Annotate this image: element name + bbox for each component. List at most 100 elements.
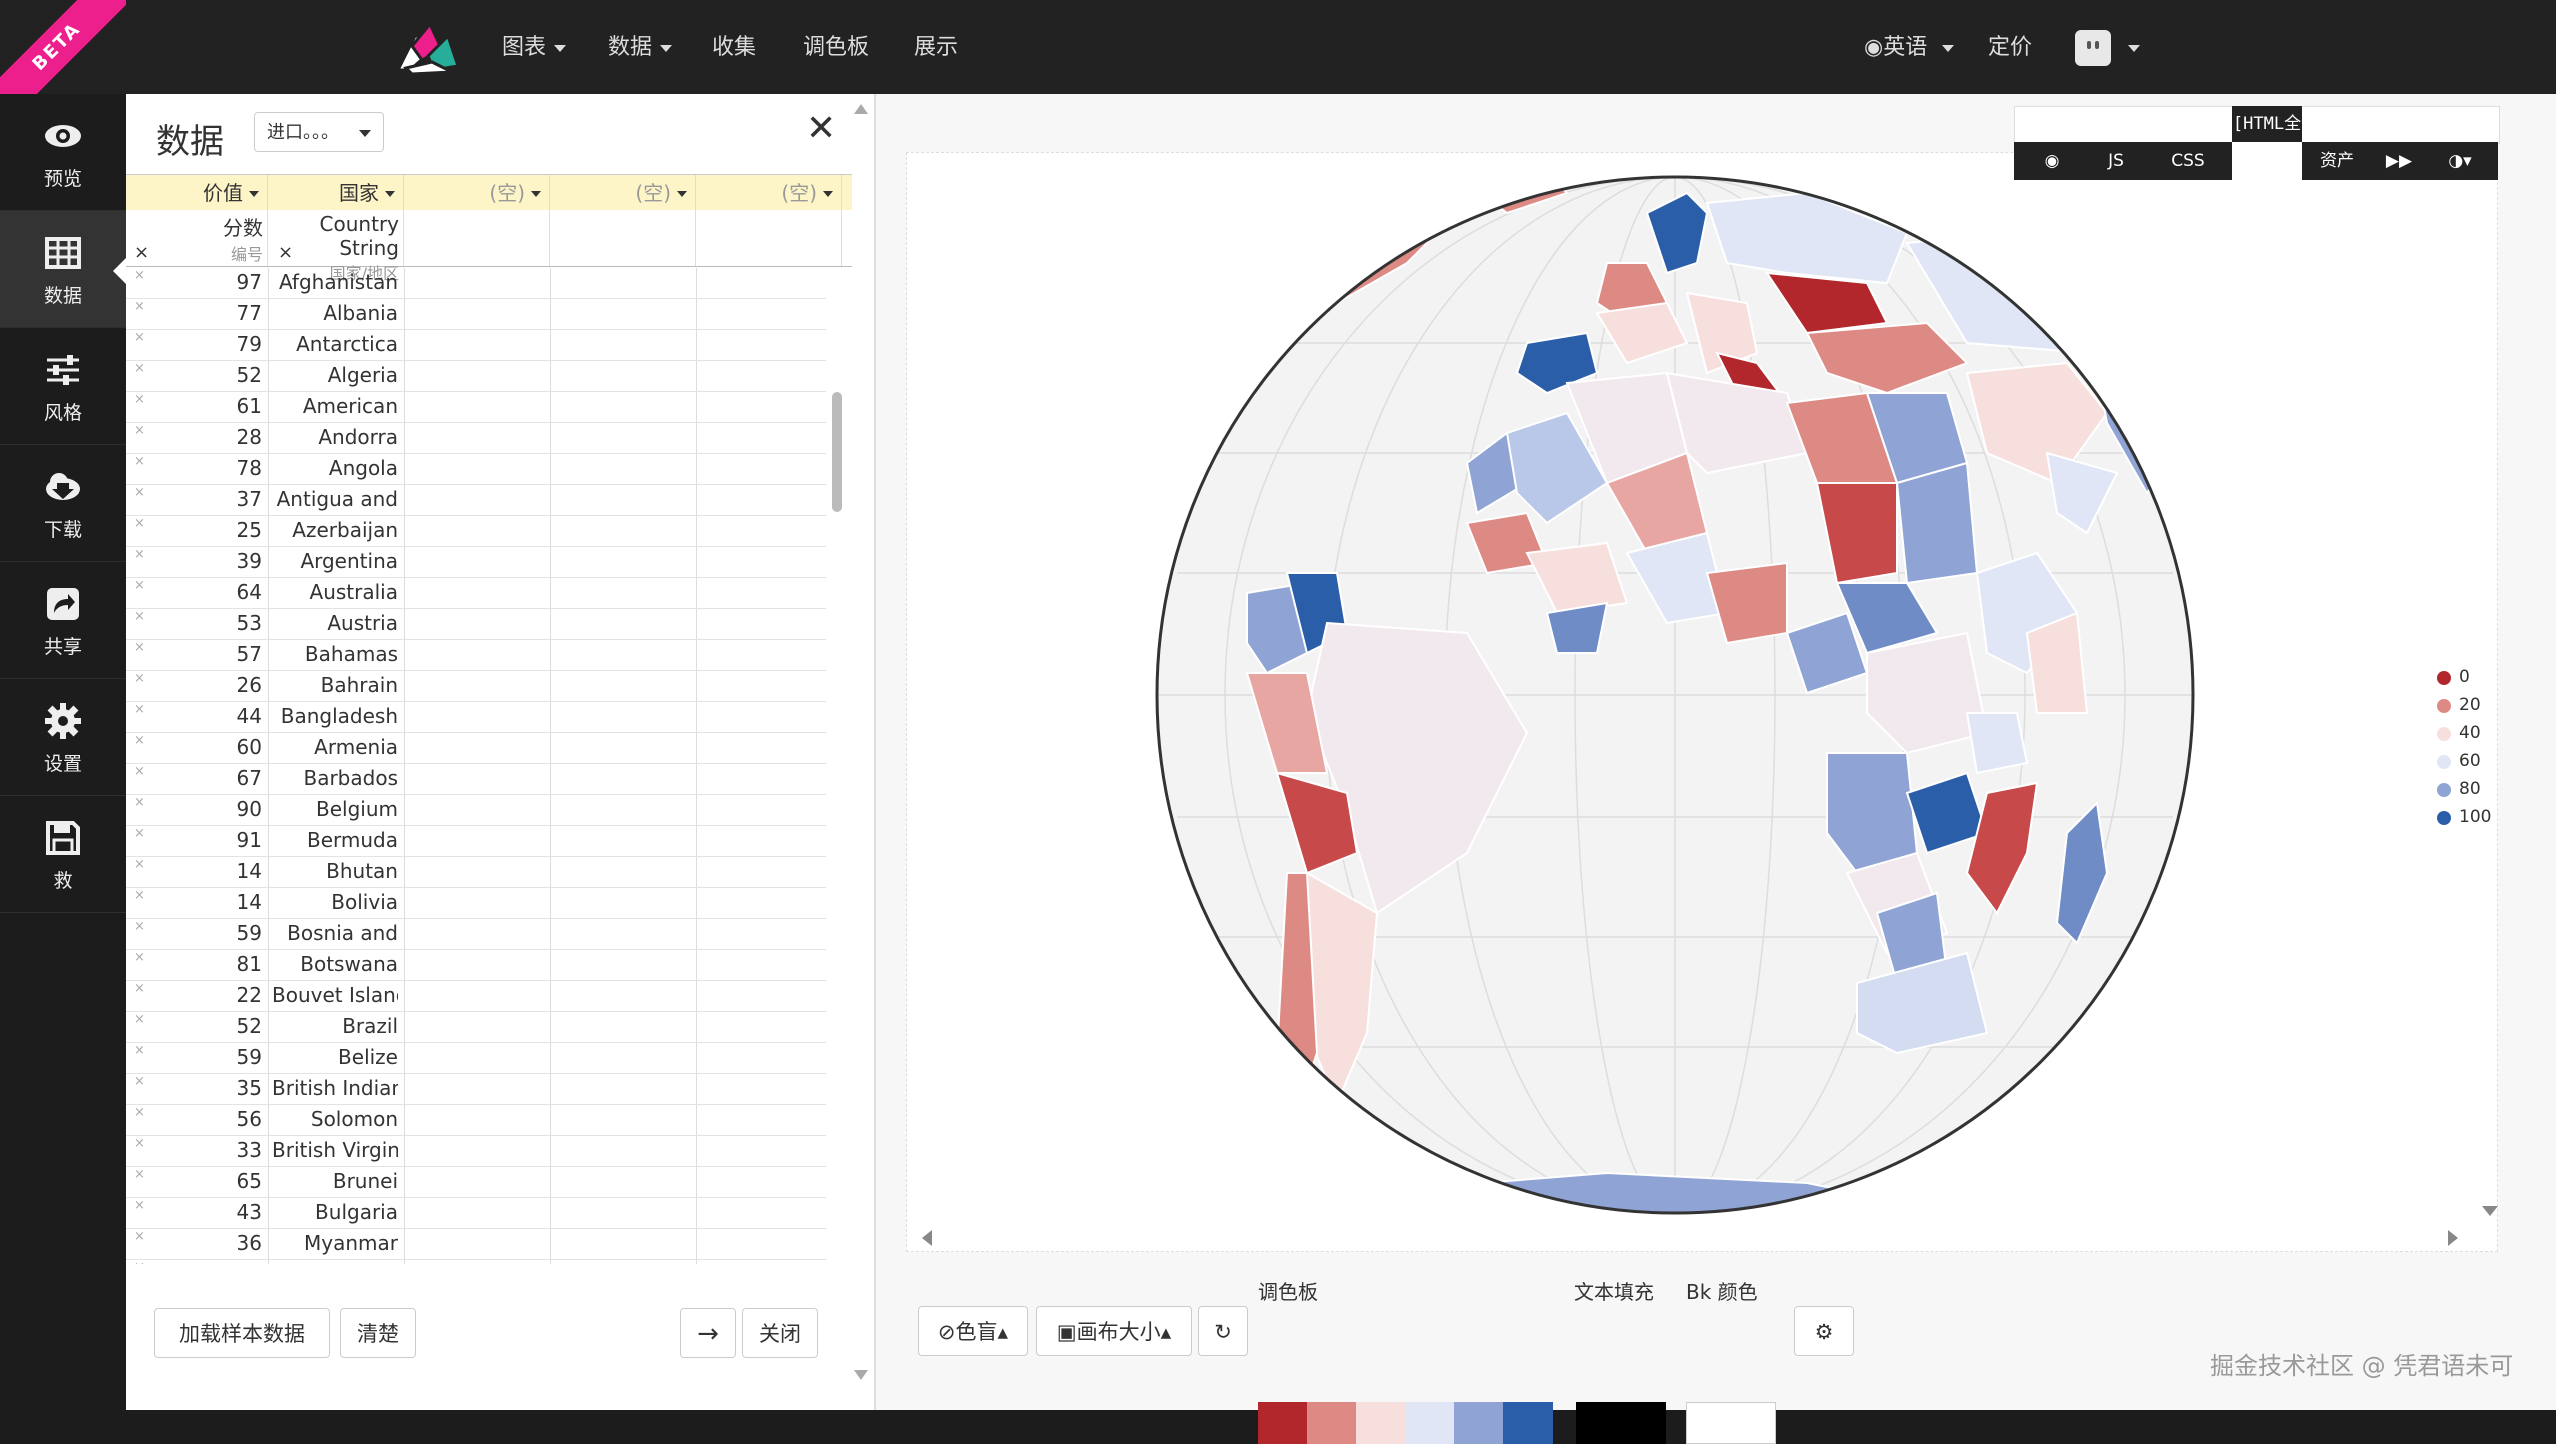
js-button[interactable]: JS xyxy=(2086,142,2146,180)
table-row[interactable]: × 35 British Indian xyxy=(126,1074,826,1105)
cell-value[interactable]: 37 xyxy=(126,487,262,511)
cell-country[interactable]: Australia xyxy=(272,580,398,604)
close-button[interactable]: 关闭 xyxy=(742,1308,818,1358)
cell-country[interactable]: American xyxy=(272,394,398,418)
cell-country[interactable]: Argentina xyxy=(272,549,398,573)
contrast-icon[interactable]: ◑▾ xyxy=(2430,142,2490,180)
table-row[interactable]: × 57 Bahamas xyxy=(126,640,826,671)
palette-swatch[interactable] xyxy=(1454,1402,1504,1444)
cell-country[interactable]: Armenia xyxy=(272,735,398,759)
table-row[interactable]: × 78 Angola xyxy=(126,454,826,485)
table-row[interactable]: × 97 Afghanistan xyxy=(126,268,826,299)
cell-value[interactable]: 56 xyxy=(126,1107,262,1131)
refresh-icon[interactable]: ↻ xyxy=(1198,1306,1248,1356)
nav-data[interactable]: 数据 xyxy=(608,30,672,66)
panel-scroll-up-icon[interactable] xyxy=(854,104,868,114)
cell-country[interactable]: Bosnia and xyxy=(272,921,398,945)
preview-eye-icon[interactable]: ◉ xyxy=(2022,142,2082,180)
cell-country[interactable]: Brazil xyxy=(272,1014,398,1038)
cell-country[interactable]: Austria xyxy=(272,611,398,635)
cell-country[interactable]: Burundi xyxy=(272,1262,398,1264)
fast-forward-icon[interactable]: ▶▶ xyxy=(2374,142,2424,180)
palette-swatch[interactable] xyxy=(1258,1402,1308,1444)
cell-value[interactable]: 57 xyxy=(126,642,262,666)
import-dropdown[interactable]: 进口。。。 xyxy=(254,112,384,152)
cell-country[interactable]: Azerbaijan xyxy=(272,518,398,542)
column-header-empty-1[interactable]: (空) xyxy=(404,175,550,211)
table-row[interactable]: × 91 Bermuda xyxy=(126,826,826,857)
cell-country[interactable]: Afghanistan xyxy=(272,270,398,294)
arrow-right-icon[interactable]: → xyxy=(680,1308,736,1358)
canvas-scroll-down-icon[interactable] xyxy=(2482,1206,2498,1216)
cell-value[interactable]: 44 xyxy=(126,704,262,728)
css-button[interactable]: CSS xyxy=(2158,142,2218,180)
html-tab[interactable]: [HTML全 xyxy=(2232,106,2302,142)
cell-country[interactable]: Brunei xyxy=(272,1169,398,1193)
palette-swatch[interactable] xyxy=(1307,1402,1357,1444)
cell-country[interactable]: Bermuda xyxy=(272,828,398,852)
cell-value[interactable]: 14 xyxy=(126,890,262,914)
cell-value[interactable]: 33 xyxy=(126,1138,262,1162)
sidebar-item-preview[interactable]: 预览 xyxy=(0,94,126,211)
cell-value[interactable]: 61 xyxy=(126,394,262,418)
cell-value[interactable]: 65 xyxy=(126,1169,262,1193)
language-dropdown[interactable]: ◉英语 xyxy=(1864,30,1954,66)
column-header-empty-3[interactable]: (空) xyxy=(696,175,842,211)
table-row[interactable]: × 36 Myanmar xyxy=(126,1229,826,1260)
column-header-value[interactable]: 价值 xyxy=(126,175,268,211)
table-row[interactable]: × 14 Bhutan xyxy=(126,857,826,888)
table-row[interactable]: × 67 Barbados xyxy=(126,764,826,795)
cell-country[interactable]: British Indian xyxy=(272,1076,398,1100)
cell-value[interactable]: 59 xyxy=(126,1045,262,1069)
table-row[interactable]: × 33 British Virgin xyxy=(126,1136,826,1167)
cell-value[interactable]: 78 xyxy=(126,456,262,480)
table-row[interactable]: × 22 Bouvet Island xyxy=(126,981,826,1012)
canvas-scroll-right-icon[interactable] xyxy=(2448,1230,2458,1246)
table-row[interactable]: × 81 Botswana xyxy=(126,950,826,981)
cell-value[interactable]: 52 xyxy=(126,363,262,387)
table-row[interactable]: × 53 Austria xyxy=(126,609,826,640)
table-row[interactable]: × 52 Brazil xyxy=(126,1012,826,1043)
cell-country[interactable]: Bahrain xyxy=(272,673,398,697)
cell-value[interactable]: 77 xyxy=(126,301,262,325)
table-row[interactable]: × 77 Albania xyxy=(126,299,826,330)
cell-country[interactable]: Albania xyxy=(272,301,398,325)
cell-country[interactable]: Botswana xyxy=(272,952,398,976)
table-row[interactable]: × 56 Solomon xyxy=(126,1105,826,1136)
cell-country[interactable]: Antarctica xyxy=(272,332,398,356)
cell-country[interactable]: Myanmar xyxy=(272,1231,398,1255)
cell-value[interactable]: 59 xyxy=(126,921,262,945)
table-row[interactable]: × 14 Bolivia xyxy=(126,888,826,919)
sidebar-item-style[interactable]: 风格 xyxy=(0,328,126,445)
cell-country[interactable]: Solomon xyxy=(272,1107,398,1131)
html-toggle[interactable] xyxy=(2232,142,2302,180)
text-fill-swatch[interactable] xyxy=(1576,1402,1666,1444)
table-row[interactable]: × 25 Azerbaijan xyxy=(126,516,826,547)
cell-value[interactable]: 79 xyxy=(126,332,262,356)
table-row[interactable]: × 59 Bosnia and xyxy=(126,919,826,950)
cell-country[interactable]: Algeria xyxy=(272,363,398,387)
cell-value[interactable]: 52 xyxy=(126,1014,262,1038)
table-row[interactable]: × 28 Andorra xyxy=(126,423,826,454)
nav-showcase[interactable]: 展示 xyxy=(914,30,958,66)
cell-value[interactable]: 28 xyxy=(126,425,262,449)
clear-column-icon[interactable]: × xyxy=(278,242,293,263)
canvas-scroll-left-icon[interactable] xyxy=(922,1230,932,1246)
table-row[interactable]: × 37 Antigua and xyxy=(126,485,826,516)
table-row[interactable]: × 61 American xyxy=(126,392,826,423)
cell-value[interactable]: 43 xyxy=(126,1200,262,1224)
load-sample-data-button[interactable]: 加载样本数据 xyxy=(154,1308,330,1358)
table-row[interactable]: × 43 Bulgaria xyxy=(126,1198,826,1229)
cell-value[interactable]: 25 xyxy=(126,518,262,542)
sidebar-item-share[interactable]: 共享 xyxy=(0,562,126,679)
close-panel-icon[interactable]: ✕ xyxy=(806,108,836,149)
cell-country[interactable]: Bolivia xyxy=(272,890,398,914)
canvas-size-dropdown[interactable]: ▣画布大小▴ xyxy=(1036,1306,1192,1356)
cell-country[interactable]: Belize xyxy=(272,1045,398,1069)
table-row[interactable]: × 79 Antarctica xyxy=(126,330,826,361)
cell-value[interactable]: 22 xyxy=(126,983,262,1007)
cell-country[interactable]: Bangladesh xyxy=(272,704,398,728)
table-row[interactable]: ×32Burundi xyxy=(126,1260,826,1264)
cell-value[interactable]: 60 xyxy=(126,735,262,759)
table-row[interactable]: × 52 Algeria xyxy=(126,361,826,392)
